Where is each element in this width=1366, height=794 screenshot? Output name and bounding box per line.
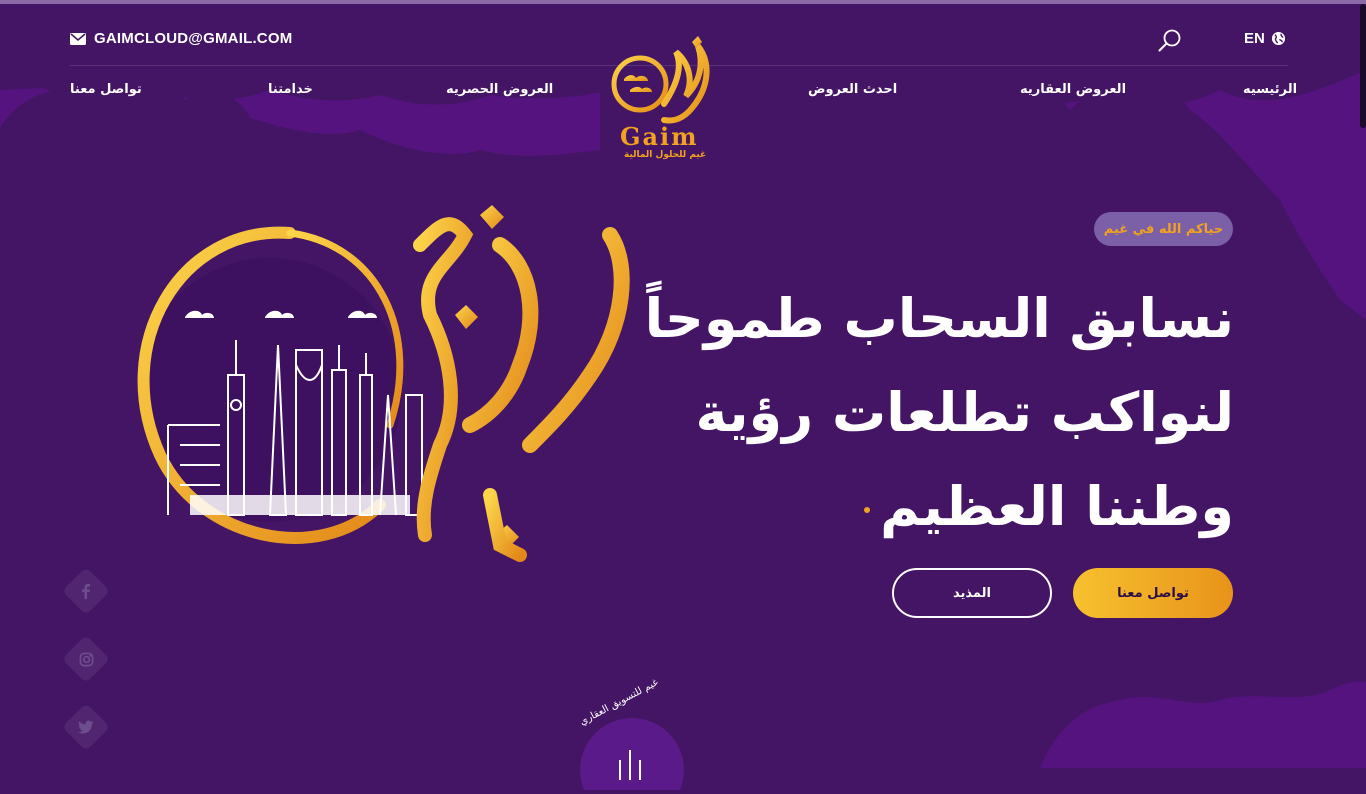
badge-circle [580, 718, 684, 794]
instagram-icon [79, 652, 93, 666]
headline-line-1: نسابق السحاب طموحاً [644, 287, 1234, 350]
logo-tagline: غيم للحلول المالية [624, 150, 707, 160]
welcome-pill: حياكم الله في غيم [1094, 212, 1233, 246]
nav-item-exclusive-offers[interactable]: العروض الحصريه [446, 82, 553, 97]
headline-line-3: وطننا العظيم [614, 460, 1234, 554]
search-button[interactable] [1157, 28, 1183, 58]
nav-item-home[interactable]: الرئيسيه [1243, 82, 1297, 97]
email-text: GAIMCLOUD@GMAIL.COM [94, 30, 293, 47]
scrollbar[interactable] [1360, 4, 1366, 128]
twitter-link[interactable] [61, 702, 111, 752]
logo-brand-text: Gaim [620, 122, 699, 151]
language-label: EN [1244, 30, 1265, 47]
globe-icon [1271, 31, 1285, 46]
headline-line-3-text: وطننا العظيم [880, 475, 1234, 538]
instagram-link[interactable] [61, 634, 111, 684]
mail-icon [70, 32, 86, 45]
hero-headline: نسابق السحاب طموحاً لنواكب تطلعات رؤية و… [614, 272, 1234, 554]
header-email[interactable]: GAIMCLOUD@GMAIL.COM [70, 30, 292, 47]
nav-item-latest-offers[interactable]: احدث العروض [808, 82, 897, 97]
nav-item-contact[interactable]: تواصل معنا [70, 82, 142, 97]
site-logo[interactable]: Gaim غيم للحلول المالية [604, 34, 722, 166]
facebook-icon [82, 584, 90, 599]
nav-item-real-estate-offers[interactable]: العروض العقاريه [1020, 82, 1126, 97]
hero-illustration [120, 205, 640, 585]
nav-item-services[interactable]: خدامتنا [268, 82, 313, 97]
facebook-link[interactable] [61, 566, 111, 616]
skyline-calligraphy-art [137, 205, 630, 562]
headline-dot [864, 507, 871, 514]
more-button[interactable]: المذيد [892, 568, 1052, 618]
headline-line-2: لنواكب تطلعات رؤية [695, 381, 1234, 444]
contact-us-button[interactable]: تواصل معنا [1073, 568, 1233, 618]
language-switch[interactable]: EN [1244, 30, 1286, 47]
twitter-icon [78, 720, 94, 734]
rotating-badge: غيم للتسويق العقاري [560, 677, 710, 794]
search-icon [1158, 29, 1181, 52]
